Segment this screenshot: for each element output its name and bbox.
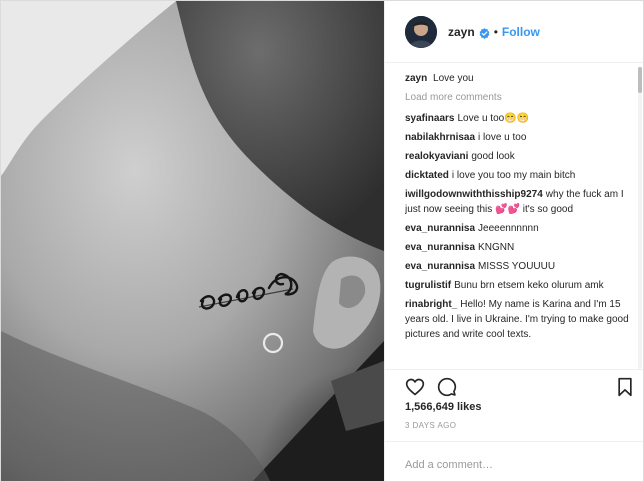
- verified-badge-icon: [479, 26, 490, 39]
- post-side-panel: zayn • Follow zayn Love you Load more co…: [384, 1, 643, 481]
- comment-item: dicktated i love you too my main bitch: [405, 168, 631, 183]
- comments-list[interactable]: zayn Love you Load more comments syafina…: [405, 71, 631, 371]
- add-comment-box: [385, 441, 643, 481]
- post-header: zayn • Follow: [385, 1, 643, 63]
- comment-username[interactable]: rinabright_: [405, 299, 457, 310]
- comment-text: i love you too my main bitch: [451, 170, 576, 181]
- add-comment-input[interactable]: [405, 459, 626, 471]
- comment-text: Love u too😁😁: [457, 113, 530, 124]
- comment-username[interactable]: eva_nurannisa: [405, 242, 475, 253]
- heart-icon: [405, 378, 425, 396]
- comment-username[interactable]: realokyaviani: [405, 151, 468, 162]
- like-button[interactable]: [405, 377, 425, 397]
- comment-item: tugrulistif Bunu brn etsem keko olurum am…: [405, 278, 631, 293]
- comment-item: syafinaars Love u too😁😁: [405, 111, 631, 126]
- comment-item: eva_nurannisa MISSS YOUUUU: [405, 259, 631, 274]
- comment-button[interactable]: [437, 377, 457, 397]
- comment-username[interactable]: nabilakhrnisaa: [405, 132, 475, 143]
- post-author-username[interactable]: zayn: [448, 25, 475, 39]
- neck-tattoo-image: [1, 1, 384, 481]
- comment-text: MISSS YOUUUU: [478, 261, 556, 272]
- comment-item: eva_nurannisa Jeeeennnnnn: [405, 221, 631, 236]
- comment-username[interactable]: eva_nurannisa: [405, 223, 475, 234]
- scrollbar-thumb[interactable]: [638, 67, 642, 93]
- header-separator: •: [493, 24, 498, 39]
- load-more-comments-link[interactable]: Load more comments: [405, 90, 631, 105]
- comment-text: i love u too: [478, 132, 527, 143]
- comment-username[interactable]: eva_nurannisa: [405, 261, 475, 272]
- follow-button[interactable]: Follow: [502, 25, 540, 39]
- post-timestamp[interactable]: 3 DAYS AGO: [405, 421, 456, 430]
- caption-username[interactable]: zayn: [405, 73, 427, 84]
- save-button[interactable]: [615, 377, 635, 397]
- comment-text: Jeeeennnnnn: [478, 223, 539, 234]
- comment-text: Bunu brn etsem keko olurum amk: [454, 280, 604, 291]
- comment-item: nabilakhrnisaa i love u too: [405, 130, 631, 145]
- avatar-image: [405, 15, 437, 48]
- comment-text: KNGNN: [478, 242, 515, 253]
- caption-text: Love you: [433, 73, 474, 84]
- comment-username[interactable]: tugrulistif: [405, 280, 451, 291]
- comment-username[interactable]: dicktated: [405, 170, 449, 181]
- comments-scrollbar[interactable]: [638, 67, 642, 369]
- bookmark-icon: [618, 377, 632, 397]
- comment-item: eva_nurannisa KNGNN: [405, 240, 631, 255]
- instagram-post: zayn • Follow zayn Love you Load more co…: [0, 0, 644, 482]
- caption: zayn Love you: [405, 71, 631, 86]
- comment-item: realokyaviani good look: [405, 149, 631, 164]
- comment-username[interactable]: syafinaars: [405, 113, 454, 124]
- post-photo[interactable]: [1, 1, 384, 481]
- comment-item: rinabright_ Hello! My name is Karina and …: [405, 297, 631, 342]
- comment-item: iwillgodownwiththisship9274 why the fuck …: [405, 187, 631, 217]
- comment-username[interactable]: iwillgodownwiththisship9274: [405, 189, 543, 200]
- comment-text: good look: [471, 151, 515, 162]
- likes-count[interactable]: 1,566,649 likes: [405, 401, 481, 413]
- avatar[interactable]: [405, 15, 437, 48]
- speech-bubble-icon: [437, 377, 457, 397]
- action-bar: [385, 369, 643, 399]
